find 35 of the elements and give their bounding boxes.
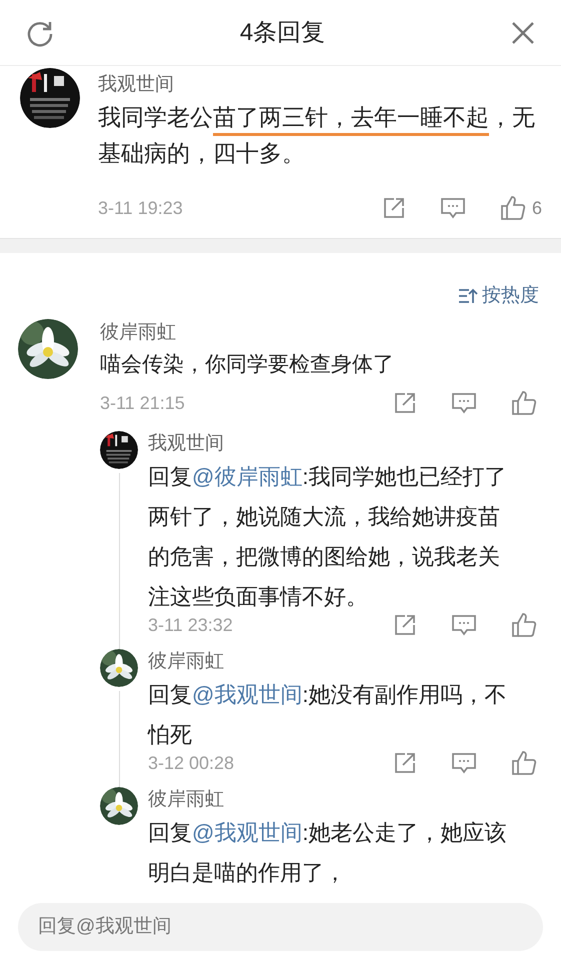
share-icon[interactable] [393,613,417,637]
like-icon[interactable] [511,612,537,638]
timestamp: 3-11 21:15 [100,392,185,414]
close-icon[interactable] [511,20,535,44]
comment-text: 喵会传染，你同学要检查身体了 [100,352,395,378]
reply-input[interactable]: 回复@我观世间 [18,903,543,951]
timestamp: 3-11 19:23 [98,196,183,220]
reply-text: 回复@彼岸雨虹:我同学她也已经打了两针了，她说随大流，我给她讲疫苗的危害，把微博的图给她，说我老关注这些负面事情不好。 [148,463,508,611]
reply-text: 回复@我观世间:她没有副作用吗，不怕死 [148,681,508,749]
header-title: 4条回复 [238,18,326,48]
like-icon[interactable] [500,195,526,221]
reply-text: 回复@我观世间:她老公走了，她应该明白是喵的作用了， [148,819,508,887]
comment-icon[interactable] [451,391,477,415]
like-count: 6 [532,196,542,220]
timestamp: 3-11 23:32 [148,614,233,636]
like-icon[interactable] [511,750,537,776]
author-name[interactable]: 彼岸雨虹 [100,319,539,347]
mention-link[interactable]: @我观世间 [192,682,302,707]
share-icon[interactable] [393,751,417,775]
share-icon[interactable] [382,196,406,220]
author-name[interactable]: 彼岸雨虹 [148,787,539,813]
comment-icon[interactable] [451,613,477,637]
comment-icon[interactable] [451,751,477,775]
comment-text: 我同学老公苗了两三针，去年一睡不起，无基础病的，四十多。 [98,103,536,168]
mention-link[interactable]: @彼岸雨虹 [192,464,302,489]
sort-icon [458,287,478,305]
author-name[interactable]: 彼岸雨虹 [148,649,539,675]
mention-link[interactable]: @我观世间 [192,820,302,845]
like-icon[interactable] [511,390,537,416]
timestamp: 3-12 00:28 [148,752,234,774]
sort-button[interactable]: 按热度 [458,273,539,319]
comment-icon[interactable] [440,196,466,220]
share-icon[interactable] [393,391,417,415]
author-name[interactable]: 我观世间 [98,71,544,99]
author-name[interactable]: 我观世间 [148,431,539,457]
